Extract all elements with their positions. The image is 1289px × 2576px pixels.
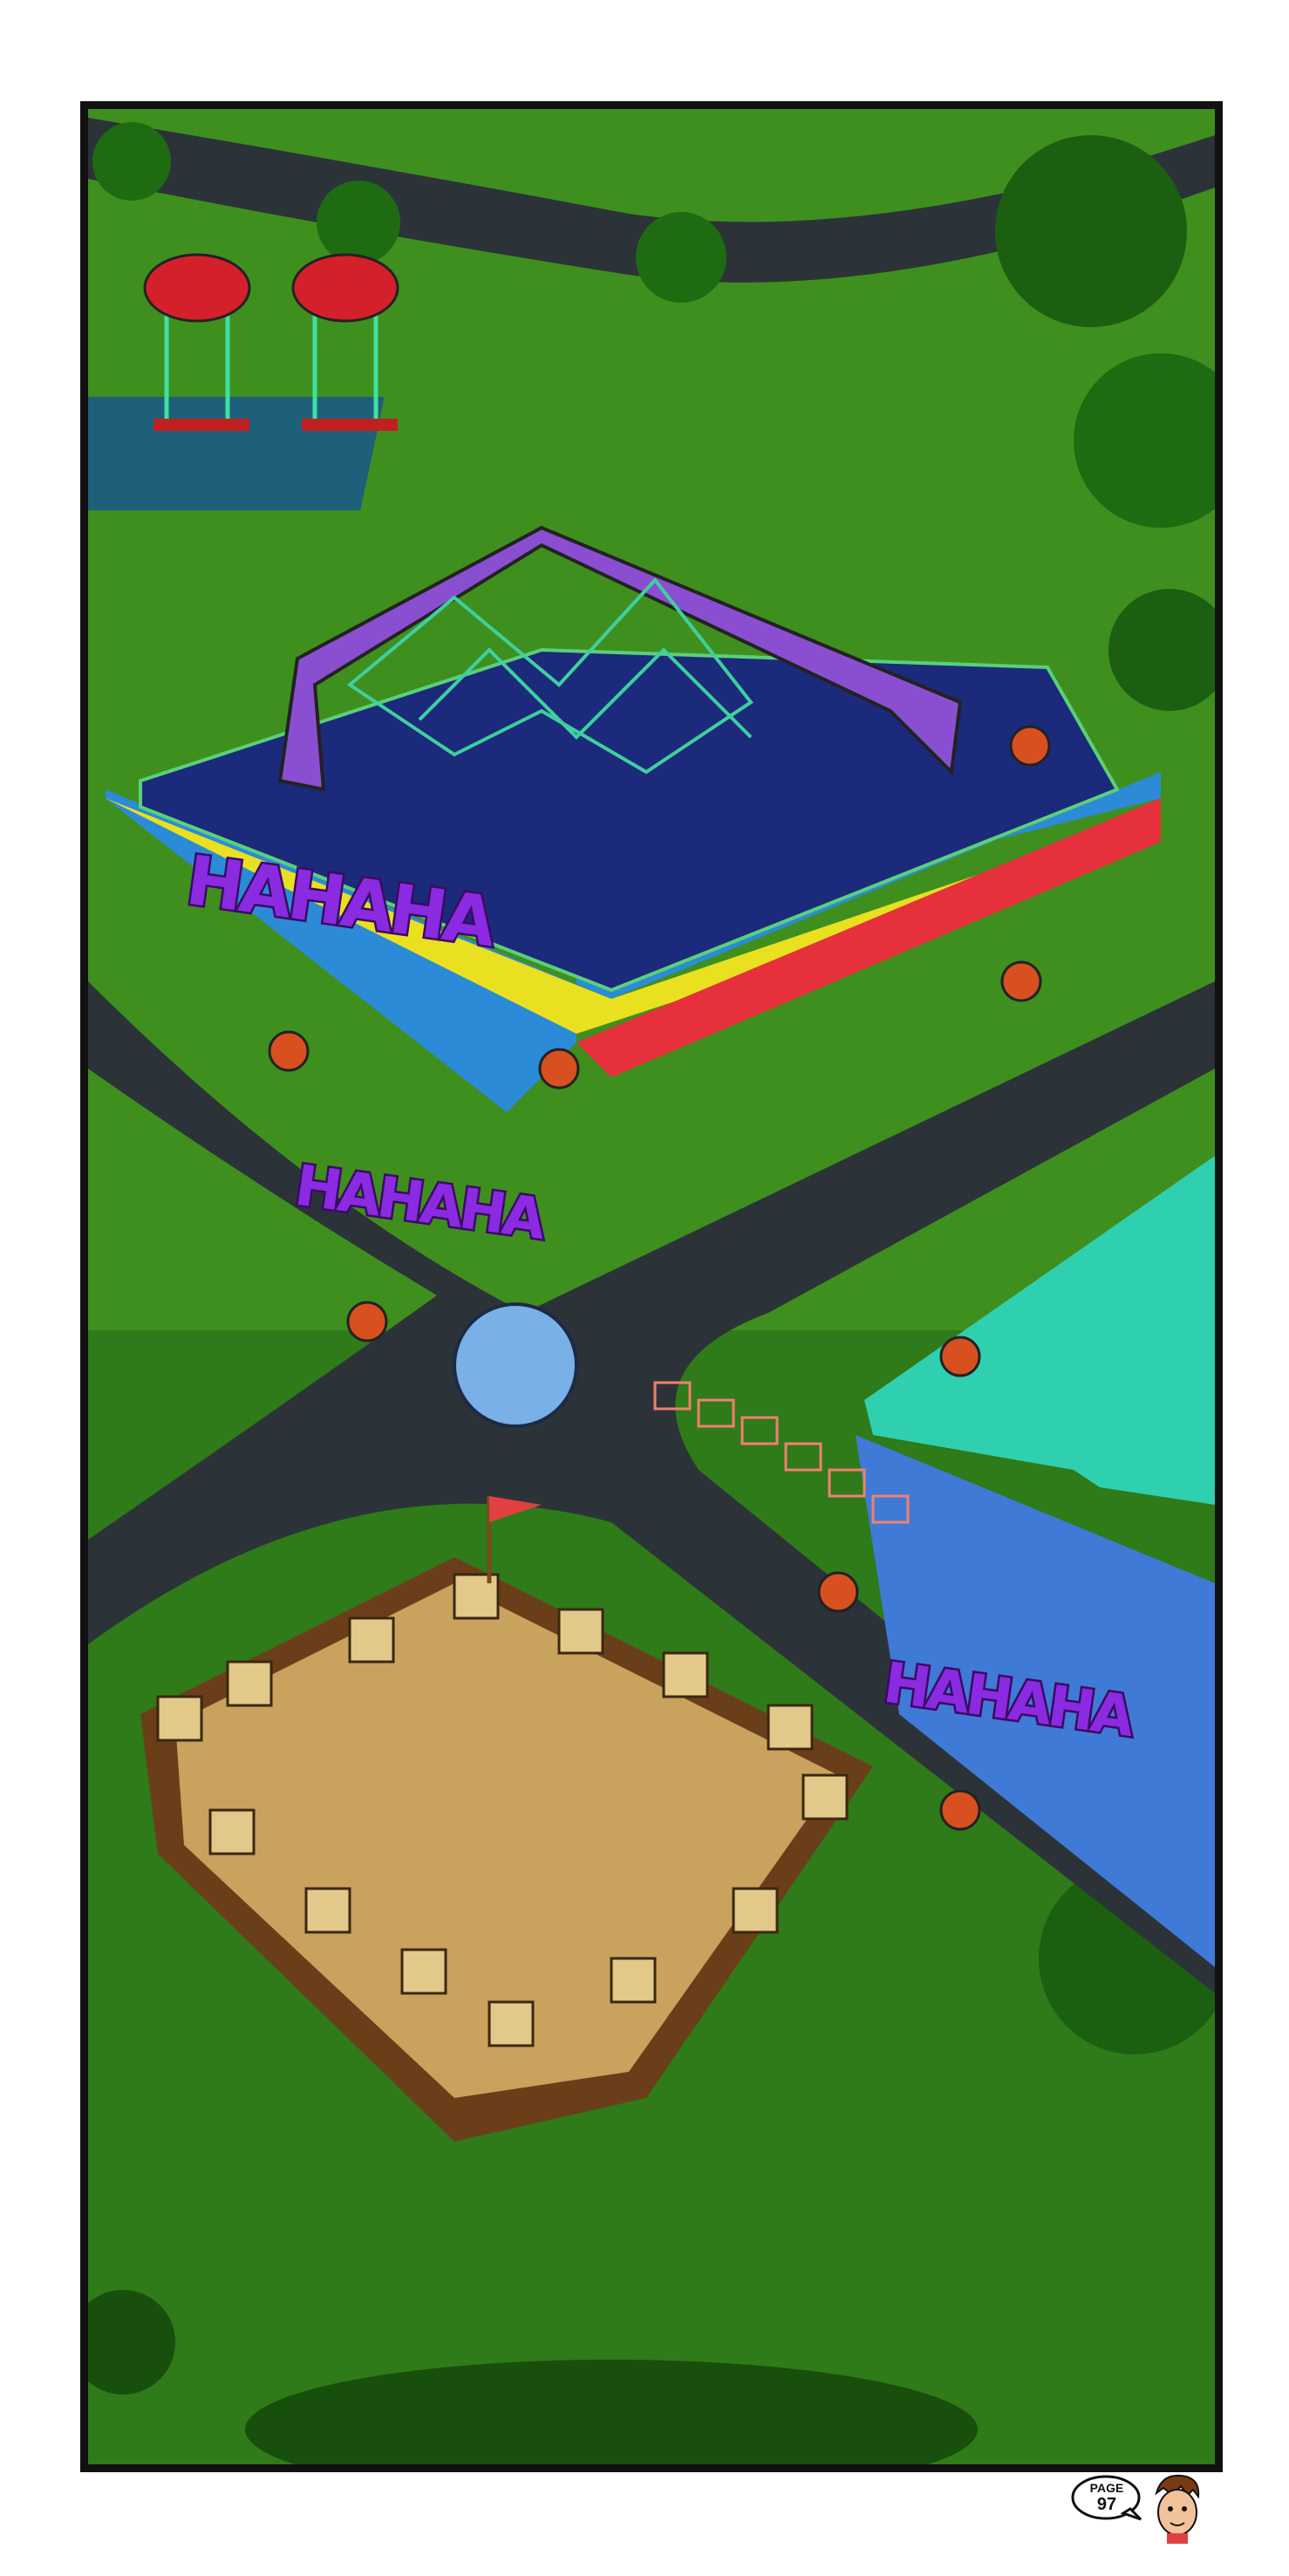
page-number: 97 [1096, 2495, 1117, 2514]
page-number-badge: PAGE 97 [1071, 2474, 1142, 2523]
park-illustration: HAHAHA HAHAHA HAHAHA [88, 109, 1215, 2464]
comic-panel: HAHAHA HAHAHA HAHAHA [80, 101, 1223, 2472]
page-word: PAGE [1089, 2481, 1124, 2495]
blue-circle-spot [453, 1302, 578, 1428]
mascot-face-icon [1155, 2474, 1200, 2544]
